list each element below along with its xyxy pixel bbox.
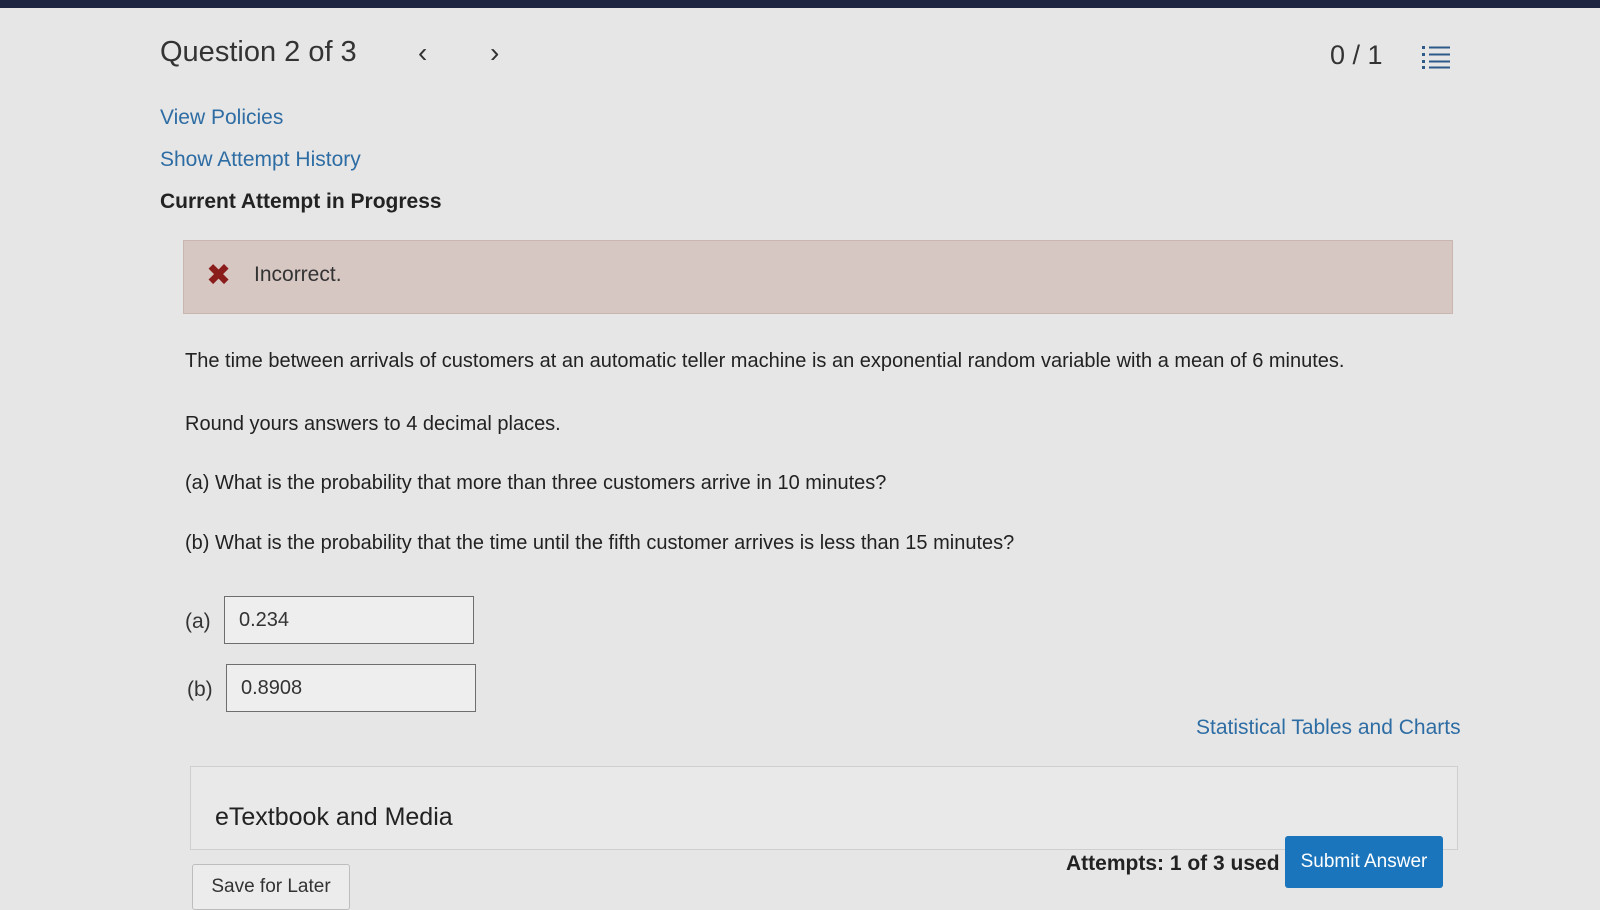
answer-a-label: (a) [185, 610, 211, 633]
statistical-tables-link[interactable]: Statistical Tables and Charts [1196, 716, 1461, 740]
view-policies-link[interactable]: View Policies [160, 106, 283, 130]
feedback-banner: ✖ Incorrect. [183, 240, 1453, 314]
answer-b-input[interactable] [226, 664, 476, 712]
score-display: 0 / 1 [1330, 40, 1383, 70]
attempts-counter: Attempts: 1 of 3 used [1066, 852, 1280, 875]
top-bar [0, 0, 1600, 8]
answer-a-input[interactable] [224, 596, 474, 644]
chevron-left-icon[interactable]: ‹ [418, 36, 427, 70]
save-for-later-button[interactable]: Save for Later [192, 864, 350, 910]
show-attempt-history-link[interactable]: Show Attempt History [160, 148, 361, 172]
question-part-a: (a) What is the probability that more th… [185, 472, 887, 494]
chevron-right-icon[interactable]: › [490, 36, 499, 70]
attempt-heading: Current Attempt in Progress [160, 190, 442, 213]
etextbook-label: eTextbook and Media [215, 803, 453, 831]
feedback-text: Incorrect. [254, 263, 342, 286]
question-stem: The time between arrivals of customers a… [185, 350, 1345, 372]
question-part-b: (b) What is the probability that the tim… [185, 532, 1015, 554]
answer-b-label: (b) [187, 678, 213, 701]
x-mark-icon: ✖ [206, 259, 232, 292]
question-counter: Question 2 of 3 [160, 36, 357, 68]
submit-answer-button[interactable]: Submit Answer [1285, 836, 1443, 888]
question-instruction: Round yours answers to 4 decimal places. [185, 413, 561, 435]
etextbook-panel[interactable]: eTextbook and Media [190, 766, 1458, 850]
list-icon[interactable] [1422, 44, 1450, 70]
